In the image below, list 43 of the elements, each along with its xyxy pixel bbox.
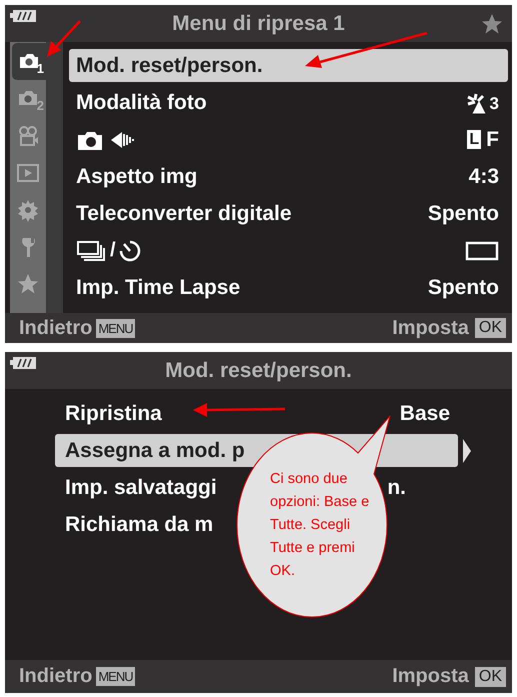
mode-number: 3 xyxy=(490,94,499,114)
menu-item-label: Imp. Time Lapse xyxy=(76,276,240,300)
set-label: Imposta xyxy=(392,316,469,340)
set-label: Imposta xyxy=(392,665,469,688)
setting-value: Base xyxy=(400,402,450,426)
menu-item-label: Teleconverter digitale xyxy=(76,202,292,226)
menu-item-label: Aspetto img xyxy=(76,164,198,188)
battery-icon xyxy=(10,357,36,369)
sequential-shooting-icon xyxy=(76,238,108,262)
menu-item-label: n. xyxy=(387,476,406,500)
setting-value: Spento xyxy=(428,276,499,300)
quality-size: L xyxy=(467,130,482,149)
tab-number: 1 xyxy=(36,61,44,76)
slash-text: / xyxy=(110,239,116,262)
menu-tab[interactable]: 1 xyxy=(12,43,46,80)
star-icon xyxy=(16,272,40,296)
settings-icon xyxy=(16,198,40,222)
menu-item-label: Mod. reset/person. xyxy=(76,54,263,78)
tab-number: 2 xyxy=(36,98,44,113)
menu-item-highlight[interactable]: Mod. reset/person. xyxy=(69,49,508,82)
arrow xyxy=(47,20,81,57)
menu-key: MENU xyxy=(96,318,135,338)
menu-title: Mod. reset/person. xyxy=(165,358,352,382)
art-filter-icon xyxy=(466,92,488,114)
menu-title: Menu di ripresa 1 xyxy=(172,12,345,36)
menu-item-label: Modalità foto xyxy=(76,90,207,114)
battery-icon xyxy=(10,10,36,22)
movie-camera-icon xyxy=(16,124,40,148)
menu-item-label: Imp. salvataggi xyxy=(65,476,217,500)
ok-key: OK xyxy=(474,666,506,686)
menu-item-label: Assegna a mod. p xyxy=(65,438,245,462)
setting-value: 4:3 xyxy=(468,164,499,188)
menu-key: MENU xyxy=(96,667,135,686)
setting-value: Spento xyxy=(428,202,499,226)
callout-text: Ci sono due opzioni: Base e Tutte. Scegli Tutte e premi OK. xyxy=(270,470,370,581)
back-label: Indietro xyxy=(19,316,92,340)
menu-item-label: Ripristina xyxy=(65,402,162,426)
back-label: Indietro xyxy=(19,665,92,688)
self-timer-icon xyxy=(118,238,142,262)
ok-key: OK xyxy=(474,318,506,338)
quality-value: F xyxy=(486,128,499,152)
menu-item-label: Richiama da m xyxy=(65,512,214,536)
single-frame-icon xyxy=(465,240,499,262)
